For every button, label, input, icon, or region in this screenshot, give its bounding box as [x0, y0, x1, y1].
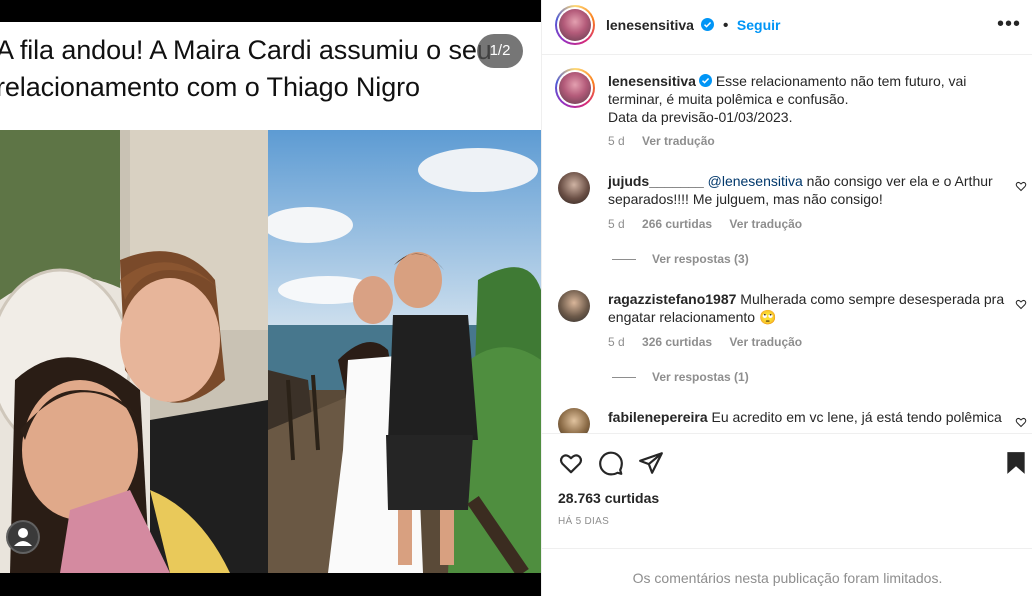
post-actions: 28.763 curtidas HÁ 5 DIAS — [542, 433, 1032, 548]
caption-meta: 5 d Ver tradução — [608, 134, 729, 148]
heart-icon[interactable] — [1015, 298, 1027, 310]
post-header: lenesensitiva • Seguir ••• — [542, 0, 1032, 55]
post-media[interactable]: A fila andou! A Maira Cardi assumiu o se… — [0, 0, 541, 596]
photo-left-selfie — [0, 130, 268, 573]
comment-text: jujuds_______ @lenesensitiva não consigo… — [608, 172, 1008, 208]
comment-age: 5 d — [608, 217, 625, 231]
comment-text: fabilenepereira Eu acredito em vc lene, … — [608, 408, 1008, 426]
caption-author-avatar[interactable] — [555, 68, 595, 108]
photo-right-beach — [268, 130, 541, 573]
author-avatar[interactable] — [555, 5, 595, 45]
comment-line-1: não consigo ver ela e o Arthur — [802, 173, 993, 189]
comment-likes[interactable]: 326 curtidas — [642, 335, 712, 349]
media-headline: A fila andou! A Maira Cardi assumiu o se… — [0, 35, 492, 102]
comment-line-2: engatar relacionamento 🙄 — [608, 309, 777, 325]
heart-icon[interactable] — [1015, 180, 1027, 192]
post-sidebar: lenesensitiva • Seguir ••• lenesensitiva… — [541, 0, 1032, 596]
caption-username[interactable]: lenesensitiva — [608, 73, 696, 89]
user-tag-icon — [14, 528, 32, 546]
beach-illustration — [268, 130, 541, 573]
caption-translate-link[interactable]: Ver tradução — [642, 134, 715, 148]
likes-count[interactable]: 28.763 curtidas — [558, 490, 659, 506]
verified-icon — [698, 74, 712, 87]
caption-age: 5 d — [608, 134, 625, 148]
comment-mention[interactable]: @lenesensitiva — [708, 173, 803, 189]
selfie-illustration — [0, 130, 268, 573]
post-date: HÁ 5 DIAS — [558, 516, 610, 527]
caption-text: lenesensitiva Esse relacionamento não te… — [608, 72, 1008, 126]
comment-meta: 5 d 266 curtidas Ver tradução — [608, 217, 816, 231]
header-author-line: lenesensitiva • Seguir — [606, 17, 780, 35]
comment-line-2: separados!!!! Me julguem, mas não consig… — [608, 191, 883, 207]
replies-divider — [612, 259, 636, 261]
header-separator: • — [722, 17, 729, 34]
comment-age: 5 d — [608, 335, 625, 349]
media-frame: A fila andou! A Maira Cardi assumiu o se… — [0, 22, 541, 573]
comments-list: lenesensitiva Esse relacionamento não te… — [542, 56, 1032, 433]
comment-translate-link[interactable]: Ver tradução — [729, 217, 802, 231]
view-replies-button[interactable]: Ver respostas (3) — [612, 252, 749, 266]
comment-meta: 5 d 326 curtidas Ver tradução — [608, 335, 816, 349]
comment-text: ragazzistefano1987 Mulherada como sempre… — [608, 290, 1008, 326]
view-replies-label: Ver respostas (1) — [652, 370, 749, 384]
comments-limited-notice: Os comentários nesta publicação foram li… — [542, 548, 1032, 596]
caption-line-1: Esse relacionamento não tem futuro, vai — [715, 73, 967, 89]
more-options-icon[interactable]: ••• — [997, 14, 1021, 34]
replies-divider — [612, 377, 636, 379]
tagged-users-button[interactable] — [6, 520, 40, 554]
caption-line-3: Data da previsão-01/03/2023. — [608, 109, 793, 125]
comment-avatar[interactable] — [558, 172, 590, 204]
heart-icon[interactable] — [1015, 416, 1027, 428]
comment-username[interactable]: jujuds_______ — [608, 173, 704, 189]
comment-avatar[interactable] — [558, 290, 590, 322]
share-icon[interactable] — [638, 450, 664, 476]
carousel-counter: 1/2 — [477, 34, 523, 68]
caption-line-2: terminar, é muita polêmica e confusão. — [608, 91, 849, 107]
verified-icon — [701, 18, 715, 31]
view-replies-button[interactable]: Ver respostas (1) — [612, 370, 749, 384]
bookmark-icon[interactable] — [1003, 450, 1029, 476]
follow-button[interactable]: Seguir — [737, 17, 781, 33]
comment-username[interactable]: fabilenepereira — [608, 409, 708, 425]
comment-line-1: Eu acredito em vc lene, já está tendo po… — [707, 409, 1002, 425]
comment-icon[interactable] — [598, 450, 624, 476]
comment-username[interactable]: ragazzistefano1987 — [608, 291, 736, 307]
comment-line-1: Mulherada como sempre desesperada pra — [736, 291, 1005, 307]
comment-translate-link[interactable]: Ver tradução — [729, 335, 802, 349]
comment-likes[interactable]: 266 curtidas — [642, 217, 712, 231]
instagram-post-modal: A fila andou! A Maira Cardi assumiu o se… — [0, 0, 1032, 596]
like-heart-icon[interactable] — [558, 450, 584, 476]
author-username[interactable]: lenesensitiva — [606, 17, 694, 33]
comment-avatar[interactable] — [558, 408, 590, 433]
view-replies-label: Ver respostas (3) — [652, 252, 749, 266]
